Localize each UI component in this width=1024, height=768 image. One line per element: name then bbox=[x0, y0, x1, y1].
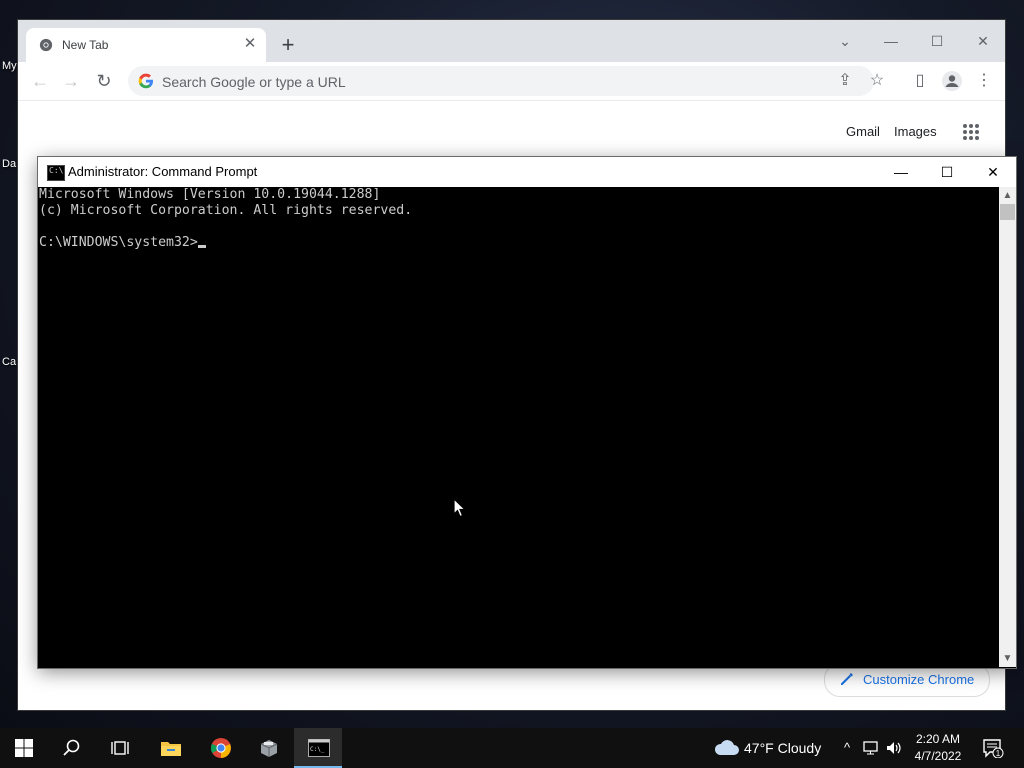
bookmark-star-icon[interactable]: ☆ bbox=[866, 70, 888, 92]
search-icon bbox=[63, 739, 80, 756]
file-explorer-icon bbox=[161, 742, 181, 756]
task-view-button[interactable] bbox=[96, 728, 144, 768]
tab-new-tab[interactable]: New Tab ✕ bbox=[26, 28, 266, 62]
cmd-icon: C:\ bbox=[47, 165, 65, 181]
search-button[interactable] bbox=[48, 728, 96, 768]
package-app-button[interactable] bbox=[244, 728, 292, 768]
images-link[interactable]: Images bbox=[894, 124, 937, 139]
customize-chrome-label: Customize Chrome bbox=[863, 672, 975, 687]
windows-logo-icon bbox=[15, 739, 33, 757]
desktop-icons: My Da Ca bbox=[0, 0, 18, 720]
forward-icon[interactable]: → bbox=[60, 70, 82, 92]
reload-icon[interactable]: ↻ bbox=[93, 70, 115, 92]
mouse-pointer-icon bbox=[453, 498, 467, 518]
chevron-up-icon[interactable]: ^ bbox=[838, 740, 856, 756]
chrome-icon bbox=[211, 738, 231, 758]
gmail-link[interactable]: Gmail bbox=[846, 124, 880, 139]
scroll-thumb[interactable] bbox=[1000, 204, 1015, 220]
tab-search-icon[interactable]: ⌄ bbox=[822, 26, 868, 56]
back-icon[interactable]: ← bbox=[29, 70, 51, 92]
close-button[interactable]: ✕ bbox=[960, 26, 1006, 56]
cmd-taskbar-button[interactable]: C:\_ bbox=[294, 728, 342, 768]
tab-title: New Tab bbox=[62, 38, 109, 52]
package-icon bbox=[260, 740, 278, 757]
cmd-close-button[interactable]: ✕ bbox=[970, 157, 1016, 187]
clock-date: 4/7/2022 bbox=[914, 749, 962, 763]
cmd-title: Administrator: Command Prompt bbox=[68, 164, 258, 179]
cmd-titlebar[interactable]: C:\ Administrator: Command Prompt — ☐ ✕ bbox=[38, 157, 1016, 187]
tab-close-icon[interactable]: ✕ bbox=[242, 36, 258, 52]
text-cursor bbox=[197, 245, 206, 248]
minimize-button[interactable]: — bbox=[868, 26, 914, 56]
console-line: (c) Microsoft Corporation. All rights re… bbox=[39, 203, 413, 218]
cmd-scrollbar[interactable]: ▲ ▼ bbox=[999, 187, 1016, 667]
weather-widget[interactable]: 47°F Cloudy bbox=[712, 728, 828, 768]
console-prompt: C:\WINDOWS\system32> bbox=[39, 235, 198, 250]
file-explorer-button[interactable] bbox=[146, 728, 194, 768]
cmd-window[interactable]: C:\ Administrator: Command Prompt — ☐ ✕ … bbox=[38, 157, 1016, 668]
chrome-taskbar-button[interactable] bbox=[196, 728, 244, 768]
address-input[interactable] bbox=[160, 70, 804, 94]
notification-count: 1 bbox=[996, 749, 1001, 758]
desktop-icon-label[interactable]: My bbox=[2, 60, 17, 72]
network-icon[interactable] bbox=[862, 740, 880, 756]
clock-time: 2:20 AM bbox=[915, 732, 961, 746]
volume-icon[interactable] bbox=[885, 740, 903, 756]
chrome-menu-icon[interactable]: ⋮ bbox=[973, 70, 995, 92]
clock[interactable]: 2:20 AM 4/7/2022 bbox=[908, 731, 968, 765]
cloud-icon bbox=[714, 740, 739, 755]
google-g-icon bbox=[138, 73, 153, 89]
customize-chrome-button[interactable]: Customize Chrome bbox=[824, 663, 990, 697]
side-panel-icon[interactable]: ▯ bbox=[909, 70, 931, 92]
start-button[interactable] bbox=[0, 728, 48, 768]
taskbar: C:\_ 47°F Cloudy ^ 2:20 AM 4/7/2022 1 bbox=[0, 728, 1024, 768]
new-tab-button[interactable]: + bbox=[276, 34, 300, 58]
share-icon[interactable]: ⇪ bbox=[834, 70, 856, 92]
notification-center-icon[interactable]: 1 bbox=[982, 738, 1004, 758]
console-prompt-line: C:\WINDOWS\system32> bbox=[39, 235, 999, 251]
scroll-up-icon[interactable]: ▲ bbox=[999, 187, 1016, 204]
chrome-favicon-icon bbox=[39, 38, 53, 52]
desktop-icon-label[interactable]: Ca bbox=[2, 356, 16, 368]
tab-strip: New Tab ✕ + ⌄ — ☐ ✕ bbox=[18, 20, 1005, 62]
cmd-icon: C:\_ bbox=[308, 739, 330, 757]
console-output[interactable]: Microsoft Windows [Version 10.0.19044.12… bbox=[39, 187, 999, 667]
weather-text: 47°F Cloudy bbox=[744, 740, 822, 756]
console-line: Microsoft Windows [Version 10.0.19044.12… bbox=[39, 187, 381, 202]
scroll-down-icon[interactable]: ▼ bbox=[999, 650, 1016, 667]
apps-grid-icon[interactable] bbox=[962, 123, 980, 141]
desktop-icon-label[interactable]: Da bbox=[2, 158, 16, 170]
pencil-icon bbox=[841, 673, 853, 685]
cmd-maximize-button[interactable]: ☐ bbox=[924, 157, 970, 187]
chrome-toolbar: ← → ↻ ⇪ ☆ ▯ ⋮ bbox=[18, 62, 1005, 101]
maximize-button[interactable]: ☐ bbox=[914, 26, 960, 56]
omnibox[interactable]: ⇪ ☆ bbox=[128, 66, 884, 96]
svg-text:C:\_: C:\_ bbox=[310, 746, 325, 753]
profile-avatar-icon[interactable] bbox=[941, 70, 963, 92]
task-view-icon bbox=[111, 741, 129, 755]
cmd-minimize-button[interactable]: — bbox=[878, 157, 924, 187]
